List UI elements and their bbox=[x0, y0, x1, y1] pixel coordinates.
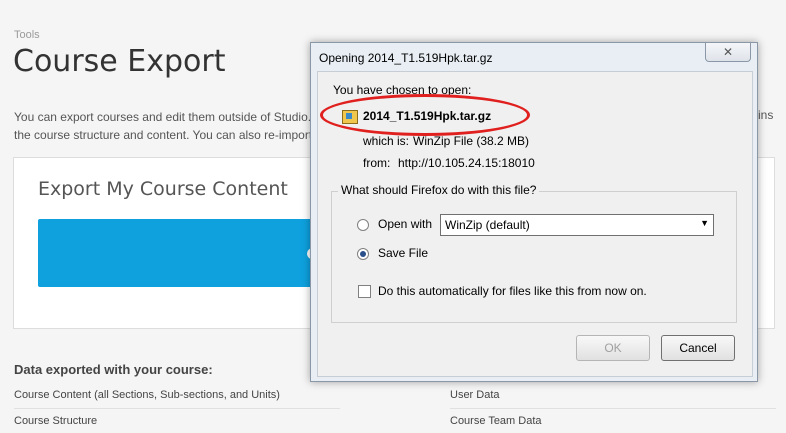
list-divider bbox=[14, 408, 340, 409]
group-legend: What should Firefox do with this file? bbox=[338, 183, 540, 197]
list-divider bbox=[450, 408, 776, 409]
breadcrumb[interactable]: Tools bbox=[14, 29, 40, 41]
close-icon[interactable]: ✕ bbox=[705, 43, 751, 62]
save-file-radio[interactable] bbox=[357, 248, 369, 260]
open-with-radio[interactable] bbox=[357, 219, 369, 231]
which-is-value: WinZip File (38.2 MB) bbox=[413, 134, 530, 148]
open-with-label[interactable]: Open with bbox=[378, 217, 432, 231]
list-item: Course Team Data bbox=[450, 415, 542, 427]
auto-checkbox[interactable] bbox=[358, 285, 371, 298]
data-exported-heading: Data exported with your course: bbox=[14, 362, 213, 377]
export-course-button[interactable]: ◖ bbox=[38, 219, 328, 287]
list-item: User Data bbox=[450, 389, 500, 401]
list-item: Course Content (all Sections, Sub-sectio… bbox=[14, 389, 280, 401]
which-is-label: which is: bbox=[363, 134, 410, 148]
from-value: http://10.105.24.15:18010 bbox=[398, 156, 535, 170]
intro-line-2: the course structure and content. You ca… bbox=[14, 128, 313, 142]
from-label: from: bbox=[363, 156, 391, 170]
file-open-dialog: Opening 2014_T1.519Hpk.tar.gz ✕ You have… bbox=[310, 42, 758, 382]
dialog-body: You have chosen to open: 2014_T1.519Hpk.… bbox=[317, 71, 753, 377]
auto-checkbox-label[interactable]: Do this automatically for files like thi… bbox=[378, 284, 647, 298]
action-group: What should Firefox do with this file? O… bbox=[331, 183, 737, 323]
page-title: Course Export bbox=[13, 44, 226, 79]
intro-line-1: You can export courses and edit them out… bbox=[14, 110, 312, 124]
list-item: Course Structure bbox=[14, 415, 98, 427]
intro-text-right: ins bbox=[758, 108, 774, 122]
cancel-button[interactable]: Cancel bbox=[661, 335, 735, 361]
open-with-selected: WinZip (default) bbox=[445, 218, 530, 232]
open-with-select[interactable]: WinZip (default) ▼ bbox=[440, 214, 714, 236]
dialog-title: Opening 2014_T1.519Hpk.tar.gz bbox=[319, 51, 493, 65]
chevron-down-icon: ▼ bbox=[700, 218, 709, 228]
export-card-title: Export My Course Content bbox=[38, 178, 288, 200]
ok-button[interactable]: OK bbox=[576, 335, 650, 361]
intro-text: You can export courses and edit them out… bbox=[14, 108, 314, 144]
highlight-ellipse bbox=[320, 94, 530, 136]
save-file-label[interactable]: Save File bbox=[378, 246, 428, 260]
